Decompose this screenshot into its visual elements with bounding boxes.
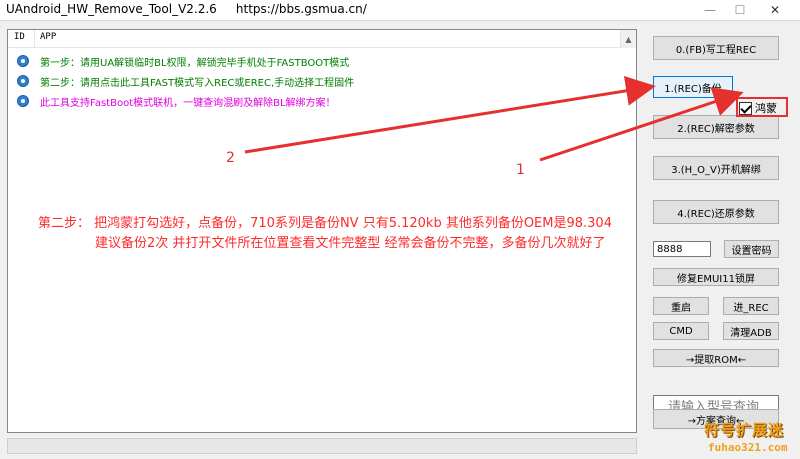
title-bar: UAndroid_HW_Remove_Tool_V2.2.6 https://b…	[0, 0, 800, 20]
checkbox-checked-icon[interactable]	[739, 101, 752, 115]
write-rec-button[interactable]: 0.(FB)写工程REC	[653, 36, 779, 60]
watermark-url: fuhao321.com	[708, 441, 788, 454]
extract-rom-button[interactable]: →提取ROM←	[653, 349, 779, 367]
log-listview[interactable]: ID APP ▲ 第一步：请用UA解锁临时BL权限，解锁完毕手机处于FASTBO…	[7, 29, 637, 433]
info-icon	[17, 95, 29, 107]
clear-adb-button[interactable]: 清理ADB	[723, 322, 779, 340]
set-password-button[interactable]: 设置密码	[724, 240, 779, 258]
scroll-up-icon[interactable]: ▲	[620, 30, 636, 48]
annotation-line-1: 第二步： 把鸿蒙打勾选好，点备份，710系列是备份NV 只有5.120kb 其他…	[38, 216, 612, 231]
watermark-title: 符号扩展迷	[704, 421, 785, 439]
info-icon	[17, 75, 29, 87]
annotation-marker-2: 2	[226, 150, 235, 166]
info-icon	[17, 55, 29, 67]
enter-rec-button[interactable]: 进_REC	[723, 297, 779, 315]
horizontal-scrollbar[interactable]	[7, 438, 637, 454]
column-header-id[interactable]: ID	[14, 32, 25, 42]
list-item-text: 第二步：请用点击此工具FAST模式写入REC或EREC,手动选择工程固件	[40, 78, 355, 89]
password-field[interactable]: 8888	[653, 241, 711, 257]
restore-params-button[interactable]: 4.(REC)还原参数	[653, 200, 779, 224]
list-item-text: 此工具支持FastBoot模式联机，一键查询混刷及解除BL解绑方案！	[40, 98, 336, 109]
watermark-logo: 符号扩展迷 fuhao321.com	[700, 419, 800, 459]
column-divider[interactable]	[34, 30, 35, 48]
decrypt-params-button[interactable]: 2.(REC)解密参数	[653, 115, 779, 139]
annotation-marker-1: 1	[516, 162, 525, 178]
list-item[interactable]: 第一步：请用UA解锁临时BL权限，解锁完毕手机处于FASTBOOT模式	[8, 51, 620, 71]
fix-emui-button[interactable]: 修复EMUI11锁屏	[653, 268, 779, 286]
maximize-icon[interactable]: ☐	[720, 0, 760, 20]
reboot-button[interactable]: 重启	[653, 297, 709, 315]
list-item[interactable]: 此工具支持FastBoot模式联机，一键查询混刷及解除BL解绑方案！	[8, 91, 620, 111]
cmd-button[interactable]: CMD	[653, 322, 709, 340]
harmony-checkbox[interactable]: 鸿蒙	[739, 100, 777, 116]
column-header-app[interactable]: APP	[40, 32, 56, 42]
annotation-line-2: 建议备份2次 并打开文件所在位置查看文件完整型 经常会备份不完整，多备份几次就好…	[95, 236, 606, 251]
boot-unbind-button[interactable]: 3.(H_O_V)开机解绑	[653, 156, 779, 180]
listview-header: ID APP ▲	[8, 30, 636, 48]
list-item[interactable]: 第二步：请用点击此工具FAST模式写入REC或EREC,手动选择工程固件	[8, 71, 620, 91]
harmony-checkbox-label: 鸿蒙	[755, 102, 777, 115]
close-icon[interactable]: ✕	[755, 0, 795, 20]
list-item-text: 第一步：请用UA解锁临时BL权限，解锁完毕手机处于FASTBOOT模式	[40, 58, 350, 69]
backup-button[interactable]: 1.(REC)备份	[653, 76, 733, 98]
window-title: UAndroid_HW_Remove_Tool_V2.2.6 https://b…	[6, 2, 367, 16]
